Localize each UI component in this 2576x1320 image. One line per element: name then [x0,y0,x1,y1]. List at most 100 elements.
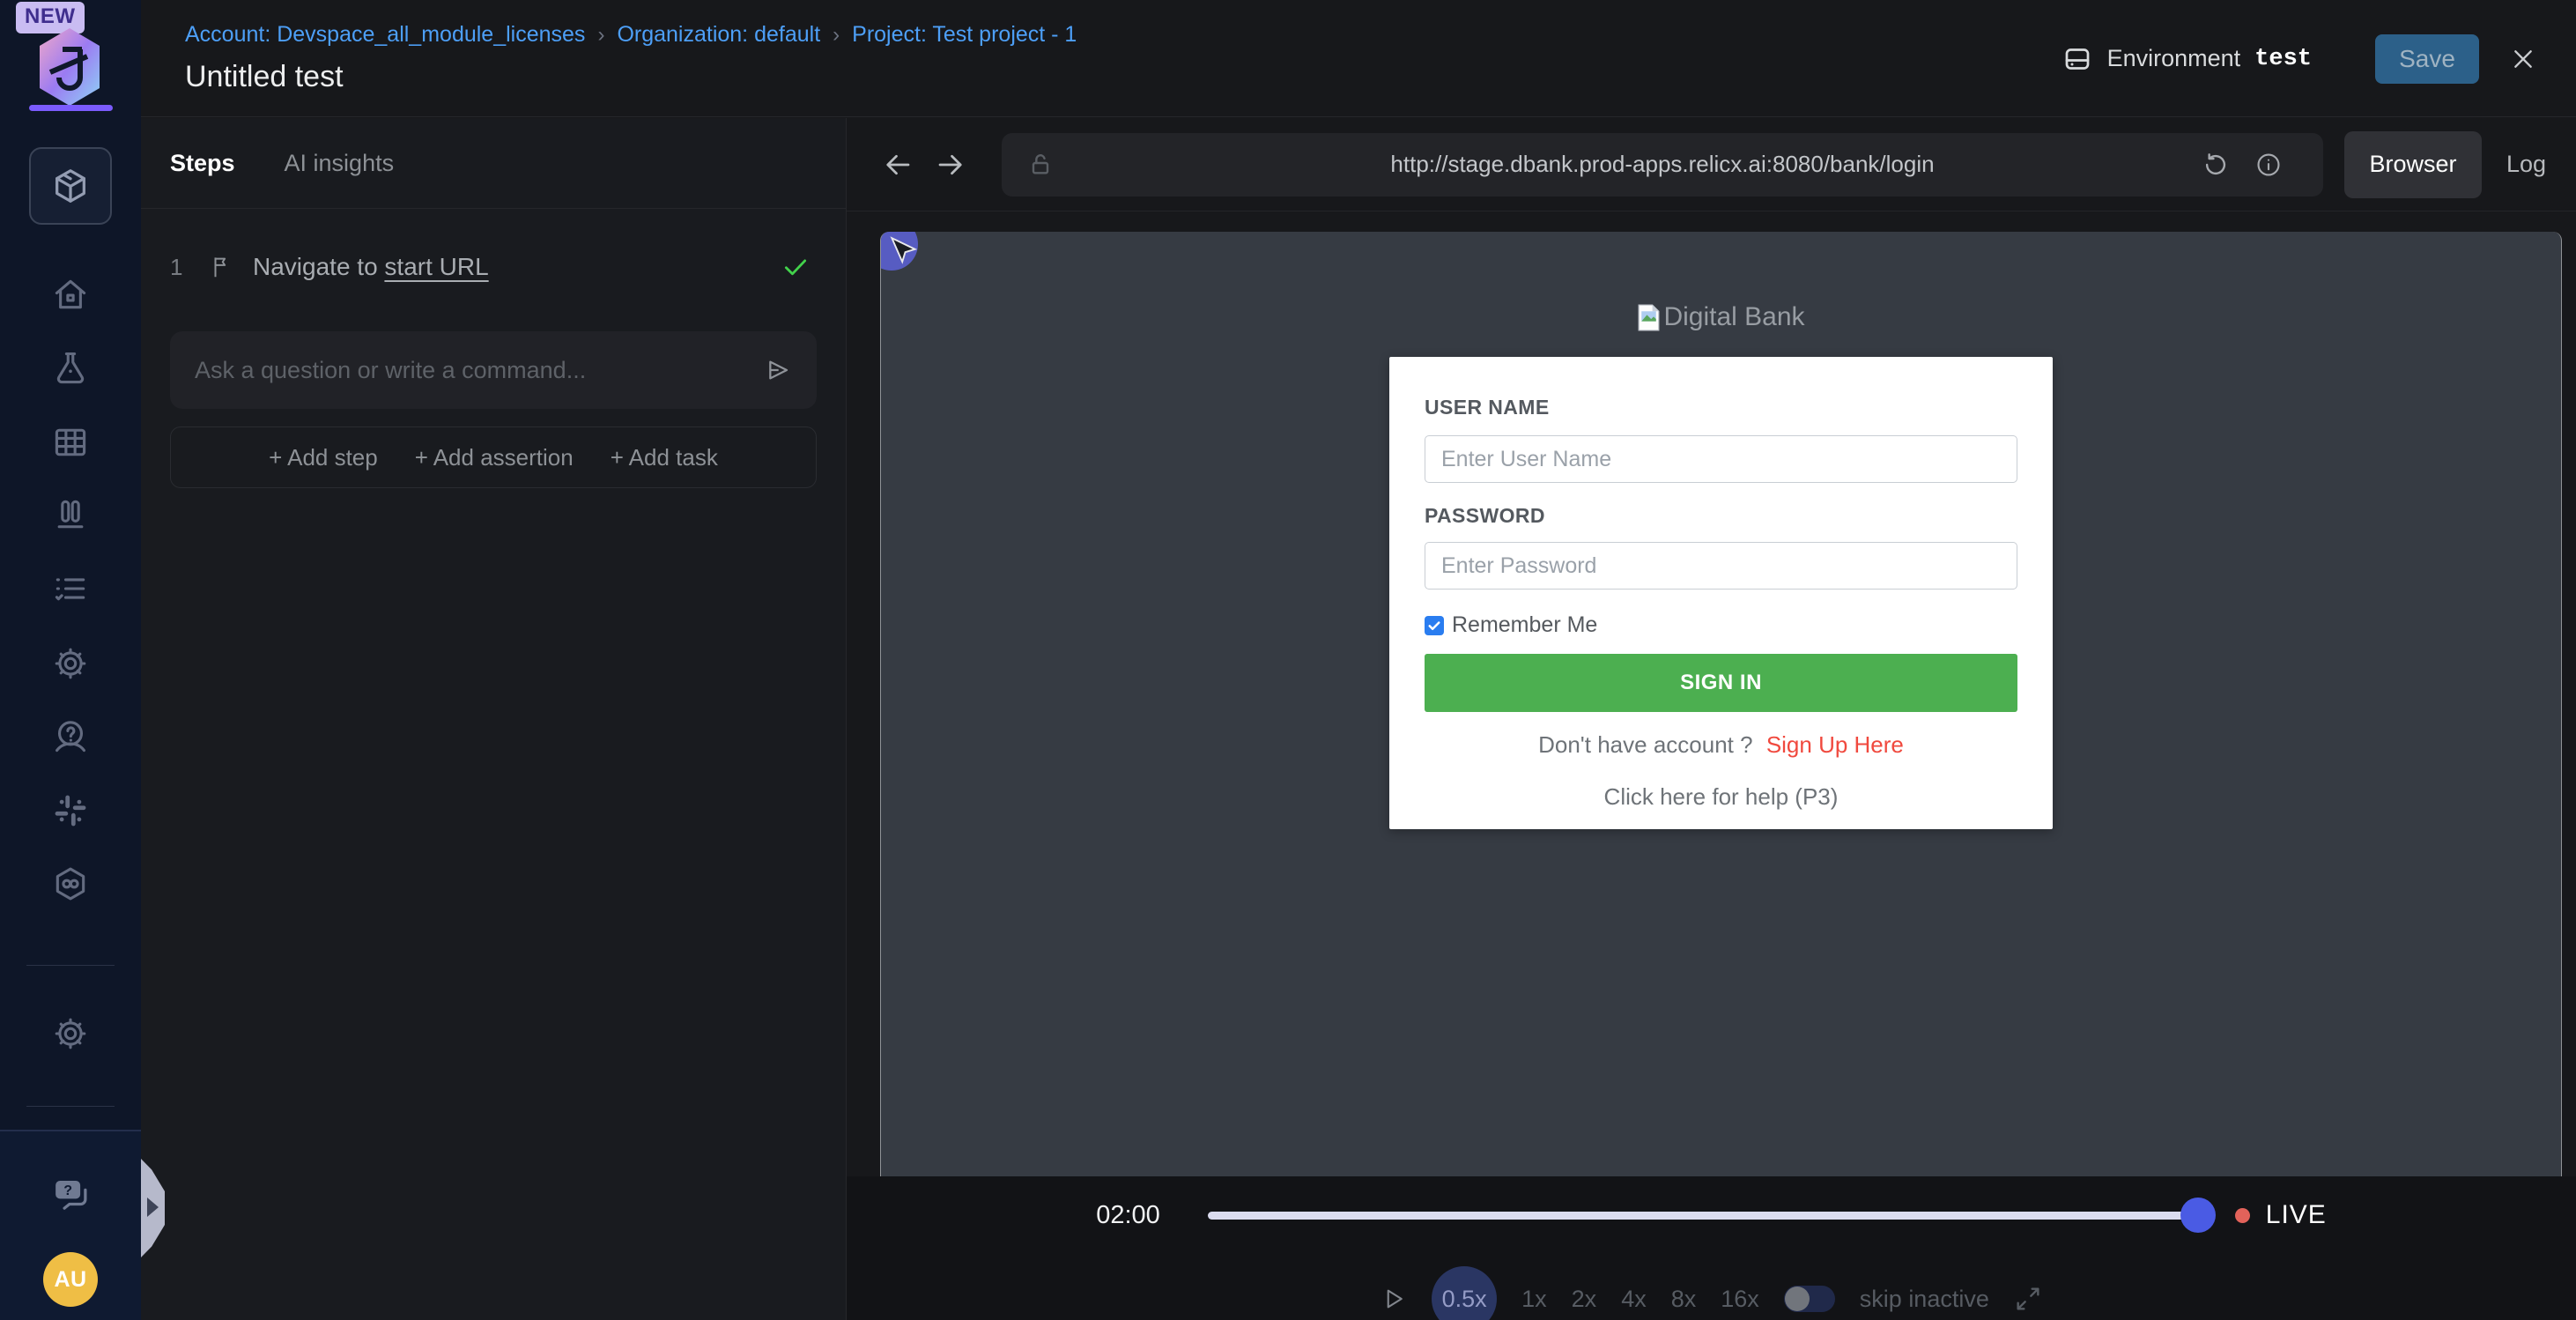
environment-icon [2062,43,2093,75]
environment-value[interactable]: test [2254,46,2312,72]
start-url-link[interactable]: start URL [384,253,488,280]
breadcrumb-organization[interactable]: Organization: default [617,22,820,48]
tab-ai-insights[interactable]: AI insights [285,150,395,177]
slack-icon [51,791,90,830]
sidebar-item-integrations[interactable] [0,791,141,830]
url-bar[interactable]: http://stage.dbank.prod-apps.relicx.ai:8… [1002,133,2323,197]
app-window: NEW [0,0,2576,1320]
user-question-icon [51,717,90,756]
close-icon[interactable] [2509,45,2537,73]
command-input-container [170,331,817,409]
gear-icon [51,644,90,683]
sidebar-item-checklist[interactable] [0,569,141,608]
forward-arrow-icon[interactable] [935,149,966,181]
remember-me-label: Remember Me [1452,612,1597,638]
sidebar-item-home[interactable] [0,275,141,314]
breadcrumb-separator: › [833,23,840,48]
timeline-slider[interactable] [1208,1196,2212,1235]
playback-controls: 0.5x 1x 2x 4x 8x 16x skip inactive [847,1266,2576,1320]
bank-logo: Digital Bank [881,302,2561,332]
sign-up-link[interactable]: Sign Up Here [1766,731,1904,758]
skip-inactive-label: skip inactive [1860,1286,1989,1313]
browser-toolbar: http://stage.dbank.prod-apps.relicx.ai:8… [847,118,2576,211]
home-icon [51,275,90,314]
speed-4x-button[interactable]: 4x [1621,1286,1647,1313]
sign-in-button[interactable]: SIGN IN [1425,654,2017,712]
panel-collapse-handle[interactable] [141,1159,165,1257]
bank-logo-alt-text: Digital Bank [1663,302,1804,332]
sidebar-item-runs[interactable] [0,495,141,534]
remember-me-row: Remember Me [1425,612,2017,638]
user-avatar[interactable]: AU [43,1252,98,1307]
broken-image-icon [1637,303,1661,332]
chat-question-icon: ? [50,1174,91,1214]
command-input[interactable] [195,357,764,384]
sidebar-item-admin-settings[interactable] [0,1014,141,1053]
add-task-button[interactable]: + Add task [611,444,718,471]
add-step-button[interactable]: + Add step [269,444,378,471]
reload-icon[interactable] [2202,151,2230,179]
gear-icon [51,1014,90,1053]
session-timeline: 02:00 LIVE 0.5x 1x 2x 4x 8x [847,1176,2576,1320]
tab-log[interactable]: Log [2506,151,2546,178]
breadcrumb-separator: › [597,23,604,48]
step-action-label: Navigate to [253,253,378,280]
play-icon[interactable] [1381,1286,1407,1312]
steps-panel: Steps AI insights 1 Navigate to start UR… [141,118,847,1320]
toggle-knob [1785,1287,1810,1311]
flag-icon [209,254,235,280]
username-field[interactable] [1425,435,2017,483]
back-arrow-icon[interactable] [882,149,914,181]
sidebar-item-suites[interactable] [0,423,141,462]
grid-icon [51,423,90,462]
help-chat-button[interactable]: ? [0,1174,141,1214]
tab-steps[interactable]: Steps [170,150,235,177]
help-link[interactable]: Click here for help (P3) [1425,783,2017,811]
tab-browser[interactable]: Browser [2344,131,2482,198]
speed-0.5x-button[interactable]: 0.5x [1432,1266,1497,1320]
flask-icon [51,349,90,388]
speed-1x-button[interactable]: 1x [1521,1286,1547,1313]
save-button[interactable]: Save [2375,34,2479,84]
app-logo[interactable] [26,25,113,109]
username-label: USER NAME [1425,396,2017,419]
speed-2x-button[interactable]: 2x [1572,1286,1597,1313]
step-row[interactable]: 1 Navigate to start URL [170,252,811,282]
sidebar-item-support[interactable] [0,717,141,756]
login-card: USER NAME PASSWORD Remember Me SIGN IN D… [1389,357,2053,829]
header-actions: Environment test Save [2062,0,2537,117]
add-assertion-button[interactable]: + Add assertion [415,444,574,471]
breadcrumb-account[interactable]: Account: Devspace_all_module_licenses [185,22,585,48]
scrub-row: 02:00 LIVE [847,1196,2576,1235]
test-columns-icon [51,495,90,534]
send-icon[interactable] [764,356,792,384]
signup-prefix: Don't have account ? [1538,731,1752,758]
url-text[interactable]: http://stage.dbank.prod-apps.relicx.ai:8… [1390,151,1934,178]
browser-panel: http://stage.dbank.prod-apps.relicx.ai:8… [847,118,2576,1320]
sidebar-item-test-builder[interactable] [29,147,112,225]
breadcrumb-project[interactable]: Project: Test project - 1 [852,22,1077,48]
brand-underline [29,105,113,111]
elapsed-time: 02:00 [1096,1201,1160,1230]
timeline-track[interactable] [1208,1212,2212,1220]
sidebar-item-settings[interactable] [0,644,141,683]
fullscreen-icon[interactable] [2014,1285,2042,1313]
sidebar-bottom-section: ? AU [0,1130,141,1320]
skip-inactive-toggle[interactable] [1784,1286,1835,1312]
speed-16x-button[interactable]: 16x [1721,1286,1759,1313]
password-field[interactable] [1425,542,2017,590]
sidebar-item-pipelines[interactable] [0,864,141,903]
sidebar: NEW [0,0,141,1320]
hexagon-infinity-icon [51,864,90,903]
remember-me-checkbox[interactable] [1425,616,1444,635]
info-icon[interactable] [2254,151,2283,179]
environment-label: Environment [2107,45,2241,72]
browser-viewport[interactable]: Digital Bank USER NAME PASSWORD Remember… [880,232,2562,1176]
speed-8x-button[interactable]: 8x [1671,1286,1697,1313]
sidebar-item-tests[interactable] [0,349,141,388]
lock-open-icon [1026,151,1055,179]
remote-cursor-icon [886,235,920,269]
timeline-handle[interactable] [2180,1198,2216,1233]
step-index: 1 [170,254,200,281]
sidebar-divider [26,965,115,966]
